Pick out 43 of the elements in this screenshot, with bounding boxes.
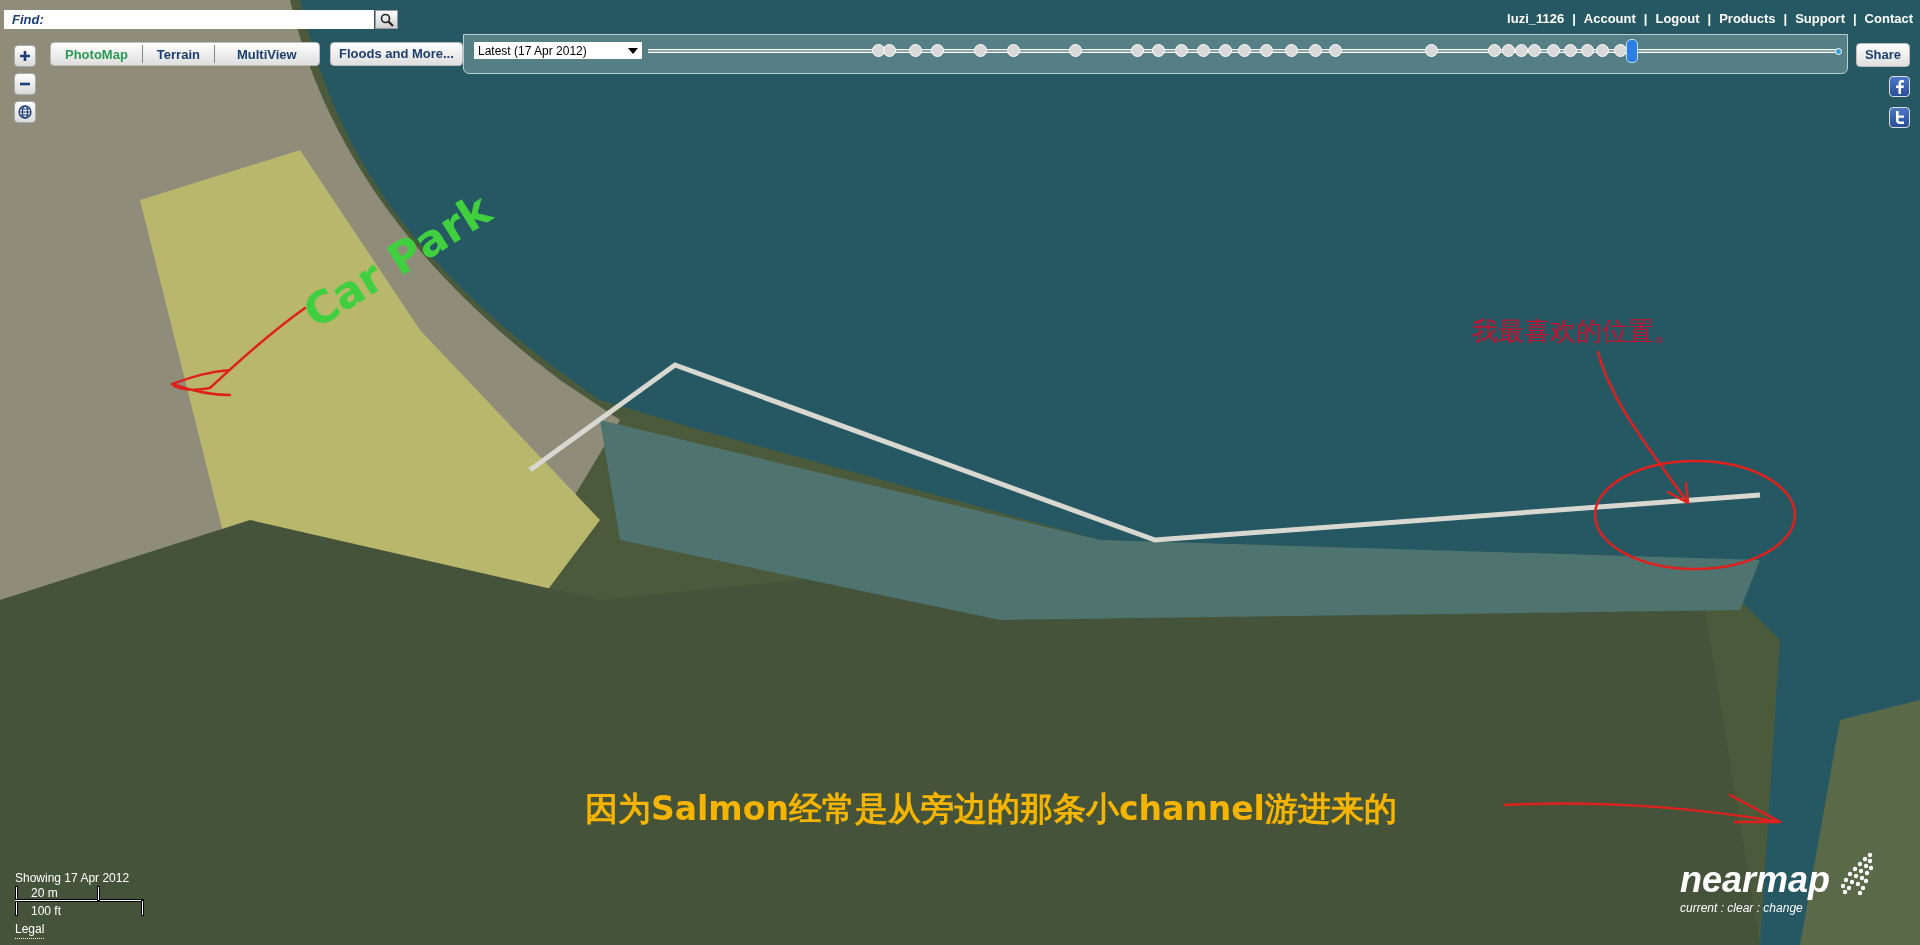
link-separator: |	[1572, 10, 1576, 28]
timeline-end-marker[interactable]	[1835, 48, 1842, 55]
header-link[interactable]: luzi_1126	[1507, 9, 1565, 29]
view-tab[interactable]: Terrain	[141, 45, 214, 63]
dot-grid-logo-icon	[1840, 852, 1876, 896]
search-button[interactable]	[375, 10, 398, 29]
search-field[interactable]: Find:	[4, 10, 374, 29]
zoom-in-button[interactable]	[14, 45, 36, 67]
find-label: Find:	[12, 10, 44, 29]
view-tab[interactable]: MultiView	[213, 45, 319, 63]
header-link[interactable]: Logout	[1655, 9, 1700, 29]
link-separator: |	[1643, 10, 1648, 28]
facebook-button[interactable]	[1889, 76, 1910, 97]
annotation-text: 因为Salmon经常是从旁边的那条小channel游进来的	[585, 788, 1397, 830]
share-button[interactable]: Share	[1856, 43, 1910, 67]
zoom-out-button[interactable]	[14, 73, 36, 95]
caret-icon	[628, 47, 638, 54]
logo-tagline: current : clear : change	[1680, 900, 1803, 917]
legal-link[interactable]: Legal	[15, 920, 45, 939]
letter-t-icon	[1894, 111, 1905, 124]
header-link[interactable]: Products	[1719, 9, 1776, 29]
twitter-button[interactable]	[1889, 107, 1910, 128]
facebook-icon	[1895, 79, 1904, 94]
plus-icon	[19, 50, 31, 62]
showing-date-text: Showing 17 Apr 2012	[15, 870, 130, 887]
scale-metric-text: 20 m	[31, 885, 58, 902]
date-dropdown[interactable]: Latest (17 Apr 2012)	[474, 42, 642, 59]
header-link[interactable]: Contact	[1864, 9, 1913, 29]
header-link[interactable]: Account	[1583, 9, 1636, 29]
link-separator: |	[1783, 10, 1788, 28]
scale-imperial-text: 100 ft	[31, 903, 62, 920]
timeline-slider-thumb[interactable]	[1626, 39, 1639, 63]
header-link[interactable]: Support	[1795, 9, 1845, 29]
link-separator: |	[1707, 10, 1712, 28]
search-icon	[379, 12, 394, 27]
minus-icon	[19, 82, 31, 86]
link-separator: |	[1852, 10, 1857, 28]
globe-button[interactable]	[14, 101, 36, 123]
globe-icon	[18, 105, 32, 119]
floods-button[interactable]: Floods and More...	[330, 42, 463, 66]
logo-wordmark: nearmap	[1680, 860, 1831, 900]
date-dropdown-text: Latest (17 Apr 2012)	[478, 42, 587, 60]
annotation-text: 我最喜欢的位置。	[1472, 316, 1680, 348]
